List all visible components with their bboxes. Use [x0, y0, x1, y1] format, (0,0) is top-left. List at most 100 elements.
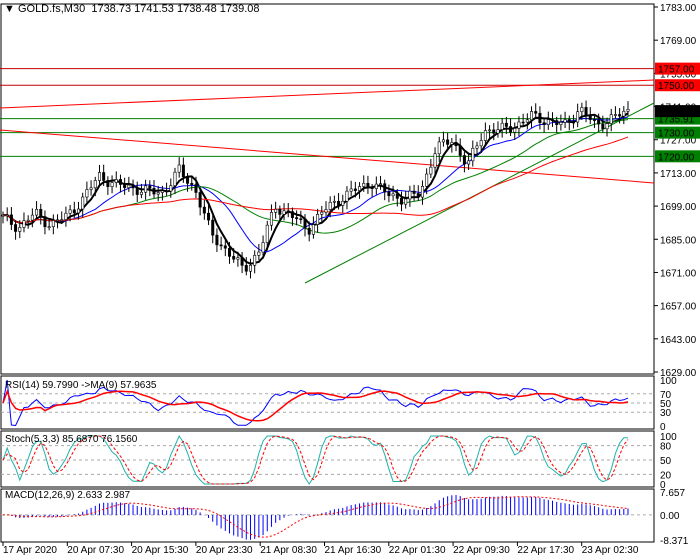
candle-body	[269, 212, 273, 226]
candle-body	[479, 140, 483, 147]
candle-body	[81, 196, 85, 210]
y-tick-label: 1783.00	[660, 3, 697, 14]
rsi-tick: 30	[660, 408, 672, 419]
x-tick-label: 22 Apr 09:30	[453, 545, 510, 556]
candle-body	[399, 198, 403, 205]
candle-body	[5, 214, 9, 217]
candle-body	[303, 218, 307, 229]
candle-body	[30, 214, 34, 221]
candle-body	[358, 186, 362, 191]
candle-body	[584, 107, 588, 116]
candle-body	[349, 188, 353, 192]
candle-body	[14, 224, 18, 232]
candle-body	[311, 224, 315, 235]
candle-body	[458, 145, 462, 156]
candle-body	[278, 208, 282, 215]
y-tick-label: 1713.00	[660, 169, 697, 180]
candle-body	[416, 193, 420, 198]
ma-long-line	[2, 136, 629, 224]
candle-body	[106, 180, 110, 187]
candle-body	[85, 189, 89, 198]
candle-body	[341, 200, 345, 206]
x-tick-label: 17 Apr 2020	[3, 545, 57, 556]
stoch-label: Stoch(5,3,3) 85.6870 76.1560	[5, 434, 138, 445]
candle-body	[534, 111, 538, 114]
candle-body	[190, 183, 194, 185]
price-level-label: 1757.00	[658, 65, 695, 76]
stoch-tick: 80	[660, 442, 672, 453]
candle-body	[56, 219, 60, 222]
candle-body	[64, 212, 68, 220]
candle-body	[177, 164, 181, 173]
candle-body	[236, 257, 240, 260]
y-tick-label: 1769.00	[660, 36, 697, 47]
candle-body	[152, 188, 156, 195]
candle-body	[320, 211, 324, 215]
candle-body	[68, 209, 72, 214]
candle-body	[592, 119, 596, 121]
candle-body	[194, 184, 198, 193]
chart-window[interactable]: 1783.001769.001755.001741.001727.001713.…	[0, 0, 700, 560]
candle-body	[131, 184, 135, 189]
candle-body	[462, 155, 466, 165]
candle-body	[114, 179, 118, 183]
x-tick-label: 20 Apr 15:30	[132, 545, 189, 556]
candle-body	[609, 114, 613, 124]
ohlc-values: 1738.73 1741.53 1738.48 1739.08	[91, 3, 260, 15]
candle-body	[181, 164, 185, 177]
candle-body	[601, 123, 605, 130]
candle-body	[500, 122, 504, 130]
candle-body	[337, 200, 341, 206]
candle-body	[425, 173, 429, 187]
x-tick-label: 20 Apr 23:30	[196, 545, 253, 556]
candle-body	[488, 129, 492, 132]
candle-body	[379, 183, 383, 186]
candle-body	[366, 182, 370, 188]
candle-body	[144, 185, 148, 193]
candle-body	[622, 110, 626, 117]
candle-body	[618, 114, 622, 117]
candle-body	[525, 119, 529, 123]
macd-tick: 7.657	[660, 488, 685, 499]
dropdown-triangle-icon[interactable]: ▼	[4, 3, 15, 15]
candle-body	[542, 122, 546, 125]
candle-body	[345, 190, 349, 202]
candle-body	[559, 121, 563, 125]
symbol-label: GOLD.fs,M30	[17, 3, 86, 15]
candle-body	[513, 128, 517, 133]
price-level-label: 1750.00	[658, 81, 695, 92]
x-tick-label: 21 Apr 08:30	[260, 545, 317, 556]
candle-body	[538, 112, 542, 123]
candle-body	[240, 257, 244, 266]
rsi-tick: 100	[660, 376, 677, 387]
candle-body	[295, 217, 299, 220]
candle-body	[383, 183, 387, 193]
candle-body	[215, 234, 219, 246]
candle-body	[26, 219, 30, 222]
candle-body	[571, 121, 575, 124]
candle-body	[588, 114, 592, 120]
candle-body	[370, 187, 374, 189]
candle-body	[135, 187, 139, 195]
macd-tick: 0.00	[660, 511, 680, 522]
x-tick-label: 21 Apr 16:30	[325, 545, 382, 556]
candle-body	[35, 209, 39, 216]
candle-body	[97, 172, 101, 181]
chart-canvas[interactable]: 1783.001769.001755.001741.001727.001713.…	[0, 0, 700, 560]
y-tick-label: 1657.00	[660, 302, 697, 313]
candle-body	[530, 111, 534, 121]
candle-body	[504, 122, 508, 127]
candle-body	[546, 119, 550, 125]
candle-body	[471, 147, 475, 162]
candle-body	[387, 191, 391, 197]
candle-body	[576, 111, 580, 123]
y-tick-label: 1699.00	[660, 202, 697, 213]
candle-body	[626, 109, 630, 112]
candle-body	[198, 192, 202, 208]
candle-body	[282, 210, 286, 215]
candle-body	[492, 129, 496, 134]
candle-body	[274, 208, 278, 213]
candle-body	[202, 206, 206, 214]
candle-body	[316, 213, 320, 225]
candle-body	[165, 190, 169, 193]
